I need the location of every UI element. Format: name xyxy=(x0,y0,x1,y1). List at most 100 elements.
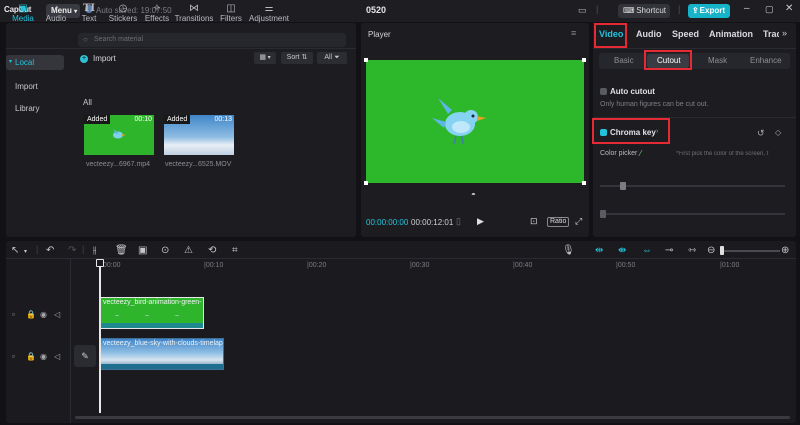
close-icon[interactable]: ✕ xyxy=(785,3,793,14)
tab-stickers[interactable]: ◷ Stickers xyxy=(106,3,140,25)
timeline-clip-sky[interactable]: vecteezy_blue-sky-with-clouds-timelap xyxy=(100,338,224,370)
subtab-mask[interactable]: Mask xyxy=(708,56,727,65)
zoom-in-icon[interactable]: ⊕ xyxy=(781,245,789,256)
tab-adjustment[interactable]: ⚌ Adjustment xyxy=(247,3,291,25)
layout-icon[interactable]: ▭ xyxy=(578,5,587,16)
zoom-slider[interactable] xyxy=(720,250,780,252)
preview-axis-icon[interactable]: ⊸ xyxy=(665,245,673,256)
resize-handle[interactable] xyxy=(364,58,368,62)
sort-button[interactable]: Sort ⇅ xyxy=(281,52,313,64)
tab-tracking[interactable]: Trac xyxy=(763,29,779,39)
search-icon: ○ xyxy=(83,35,88,44)
fullscreen-icon[interactable]: ⤢ xyxy=(575,216,582,227)
adjustment-icon: ⚌ xyxy=(264,3,274,14)
resize-handle-3[interactable] xyxy=(364,181,368,185)
plus-icon: + xyxy=(80,54,88,63)
select-tool-chevron-icon[interactable]: ▾ xyxy=(24,248,27,255)
subtab-basic[interactable]: Basic xyxy=(614,56,634,65)
playhead-handle[interactable] xyxy=(96,259,104,267)
player-menu-icon[interactable]: ≡ xyxy=(571,28,576,38)
fullscreen-frame-icon[interactable]: ▯ xyxy=(456,216,461,227)
track1-hide-icon[interactable]: ▫ xyxy=(12,310,15,319)
linkage-icon[interactable]: ⇔ xyxy=(642,245,652,256)
delete-icon[interactable]: 🗑 xyxy=(115,245,128,256)
sidebar-item-import[interactable]: Import xyxy=(6,79,64,94)
mirror-icon[interactable]: ⚠ xyxy=(184,245,193,256)
bird-frame-icon-2: ~ xyxy=(145,313,150,320)
ruler-40: |00:40 xyxy=(513,262,533,269)
tab-prop-audio[interactable]: Audio xyxy=(636,29,662,39)
minimize-icon[interactable]: – xyxy=(744,3,750,14)
media-filename-2: vecteezy...6525.MOV xyxy=(165,161,232,168)
microphone-icon[interactable]: 🎙 xyxy=(562,245,575,256)
tab-media[interactable]: ▣ Media xyxy=(8,3,38,25)
tab-animation[interactable]: Animation xyxy=(709,29,753,39)
main-track-magnet-icon[interactable]: ⇹ xyxy=(595,245,603,256)
caret-down-icon: ▾ xyxy=(9,59,13,65)
track2-audio-icon[interactable]: ◁ xyxy=(54,352,60,361)
tab-text[interactable]: TI Text xyxy=(76,3,102,25)
freeze-icon[interactable]: ▣ xyxy=(138,245,147,256)
strength-slider[interactable] xyxy=(600,185,785,187)
ratio-button[interactable]: Ratio xyxy=(547,217,570,227)
track1-eye-icon[interactable]: ◉ xyxy=(40,310,47,319)
tab-effects[interactable]: ✧ Effects xyxy=(142,3,172,25)
track2-hide-icon[interactable]: ▫ xyxy=(12,352,15,361)
bird-icon xyxy=(432,98,486,145)
tab-speed[interactable]: Speed xyxy=(672,29,699,39)
zoom-slider-handle[interactable] xyxy=(720,246,724,255)
eyedropper-icon[interactable]: ⁄ xyxy=(640,149,641,158)
fit-icon[interactable]: ⇿ xyxy=(688,245,696,256)
track2-lock-icon[interactable]: 🔒 xyxy=(26,352,36,361)
cover-edit-button[interactable]: ✎ xyxy=(74,345,96,367)
view-toggle[interactable]: ▦ ▾ xyxy=(254,52,276,64)
media-item-sky[interactable]: Added 00:13 xyxy=(164,115,234,155)
tab-transitions[interactable]: ⋈ Transitions xyxy=(173,3,215,25)
auto-cutout-checkbox[interactable] xyxy=(600,88,607,95)
sidebar-item-local[interactable]: ▾ Local xyxy=(6,55,64,70)
zoom-out-icon[interactable]: ⊖ xyxy=(707,245,715,256)
shadow-slider[interactable] xyxy=(600,213,785,215)
timeline-clip-bird[interactable]: vecteezy_bird-animation-green- ~ ~ ~ xyxy=(100,297,204,329)
track1-audio-icon[interactable]: ◁ xyxy=(54,310,60,319)
shadow-slider-handle[interactable] xyxy=(600,210,606,218)
strength-slider-handle[interactable] xyxy=(620,182,626,190)
playhead[interactable] xyxy=(99,261,101,413)
subtab-enhance[interactable]: Enhance xyxy=(750,56,782,65)
tab-filters[interactable]: ◫ Filters xyxy=(217,3,245,25)
reset-icon[interactable]: ↺ xyxy=(757,128,765,139)
resize-handle-4[interactable] xyxy=(582,181,586,185)
timeline-scrollbar[interactable] xyxy=(75,416,790,419)
search-input[interactable]: ○ Search material xyxy=(78,33,346,47)
import-button[interactable]: + Import xyxy=(80,54,116,63)
track2-eye-icon[interactable]: ◉ xyxy=(40,352,47,361)
redo-icon[interactable]: ↷ xyxy=(68,245,76,256)
auto-cutout-label: Auto cutout xyxy=(610,87,655,96)
rotate-icon[interactable]: ⟲ xyxy=(208,245,216,256)
highlight-cutout-tab xyxy=(644,50,692,70)
select-tool-icon[interactable]: ↖ xyxy=(11,245,19,256)
auto-snap-icon[interactable]: ⇼ xyxy=(618,245,626,256)
maximize-icon[interactable]: ▢ xyxy=(765,4,774,15)
rotate-handle-icon[interactable]: ◓ xyxy=(471,190,476,199)
reverse-icon[interactable]: ⊙ xyxy=(161,245,169,256)
more-tabs-icon[interactable]: » xyxy=(782,28,787,38)
media-item-bird[interactable]: Added 00:10 xyxy=(84,115,154,155)
crop-icon[interactable]: ⌗ xyxy=(232,245,238,256)
shortcut-button[interactable]: ⌨ Shortcut xyxy=(618,4,670,18)
safe-area-icon[interactable]: ⊡ xyxy=(530,216,538,227)
keyboard-icon: ⌨ xyxy=(623,6,635,15)
sort-icon: ⇅ xyxy=(301,54,308,61)
filter-button[interactable]: All ⏷ xyxy=(317,52,347,64)
export-button[interactable]: ⇪ Export xyxy=(688,4,730,18)
play-icon[interactable]: ▶ xyxy=(477,216,484,227)
media-icon: ▣ xyxy=(18,3,28,14)
keyframe-icon[interactable]: ◇ xyxy=(775,128,781,137)
sidebar-item-library[interactable]: Library xyxy=(6,101,64,116)
split-icon[interactable]: ⫲ xyxy=(93,245,96,256)
track1-lock-icon[interactable]: 🔒 xyxy=(26,310,36,319)
resize-handle-2[interactable] xyxy=(582,58,586,62)
video-preview[interactable] xyxy=(364,58,586,185)
tab-audio[interactable]: ◔ Audio xyxy=(40,3,72,25)
undo-icon[interactable]: ↶ xyxy=(46,245,54,256)
